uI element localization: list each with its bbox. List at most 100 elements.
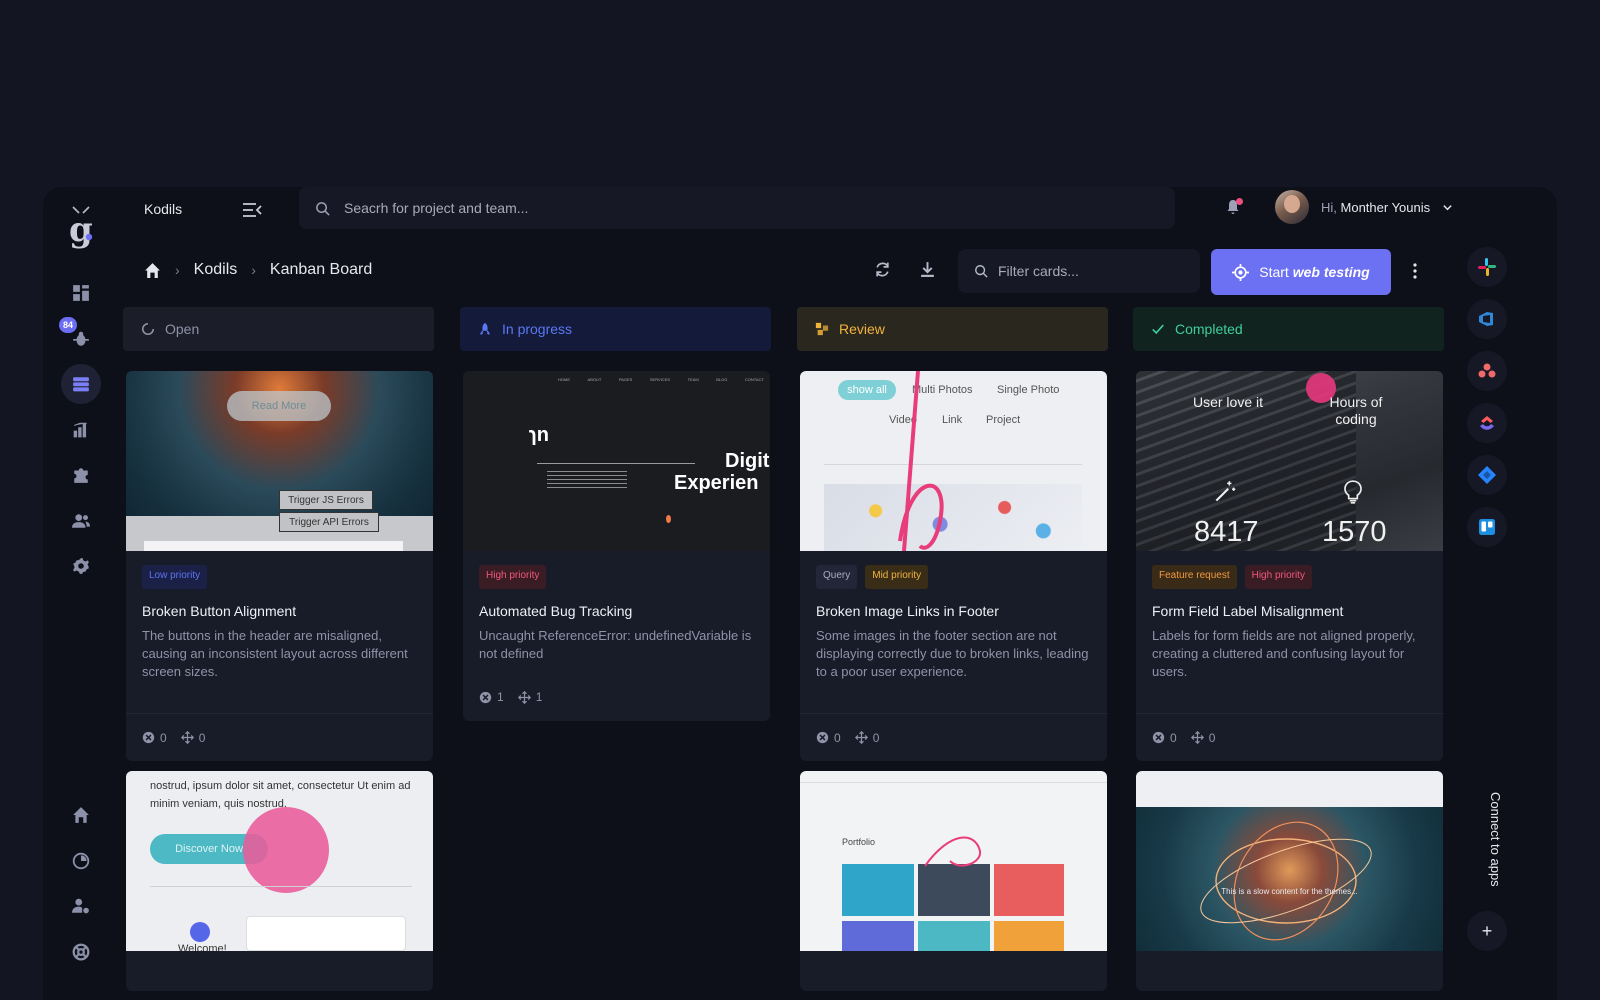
link-count: 0 (854, 731, 879, 745)
column-completed[interactable]: Completed (1133, 307, 1444, 351)
bugs-nav[interactable]: 84 (59, 317, 101, 359)
chevron-right-icon: › (251, 262, 256, 278)
screenshot-dot (666, 515, 671, 523)
user-name: Monther Younis (1340, 199, 1431, 215)
azure-devops-icon (1479, 312, 1493, 326)
activity-nav[interactable] (61, 841, 101, 881)
reports-nav[interactable] (61, 410, 101, 450)
menu-toggle-icon[interactable] (242, 202, 262, 218)
card-description: The buttons in the header are misaligned… (142, 628, 408, 679)
move-icon (854, 731, 868, 744)
target-icon (1232, 263, 1250, 281)
card-footer: 0 0 (126, 713, 433, 761)
priority-tag: Mid priority (865, 565, 929, 589)
link-count: 0 (180, 731, 205, 745)
tag-list: Query Mid priority (816, 565, 1091, 589)
users-icon (72, 514, 90, 528)
card-footer: 0 0 (800, 713, 1107, 761)
error-icon (816, 731, 829, 744)
gear-icon (73, 558, 89, 574)
error-icon (142, 731, 155, 744)
team-nav[interactable] (61, 501, 101, 541)
app-logo[interactable]: g (65, 203, 97, 251)
card-footer: 1 1 (463, 673, 770, 721)
dashboard-nav[interactable] (61, 273, 101, 313)
card-title: Automated Bug Tracking (479, 603, 633, 619)
card-screenshot: show all Multi Photos Single Photo Video… (800, 371, 1107, 551)
layers-icon (73, 377, 89, 392)
azure-devops-app[interactable] (1467, 299, 1507, 339)
asana-icon (1478, 363, 1496, 378)
stat-label: Hours of coding (1329, 394, 1383, 427)
screenshot-paragraph (547, 471, 627, 491)
asana-app[interactable] (1467, 351, 1507, 391)
settings-nav[interactable] (61, 546, 101, 586)
left-rail: g 84 (43, 187, 121, 1000)
kanban-card[interactable]: User love it Hours of coding 8417 1570 F… (1136, 371, 1443, 761)
card-description: Uncaught ReferenceError: undefinedVariab… (479, 628, 752, 661)
card-screenshot: nostrud, ipsum dolor sit amet, consectet… (126, 771, 433, 951)
kanban-card[interactable]: Portfolio (800, 771, 1107, 991)
move-icon (1190, 731, 1204, 744)
kanban-card[interactable]: This is a slow content for the themes... (1136, 771, 1443, 991)
kanban-card[interactable]: show all Multi Photos Single Photo Video… (800, 371, 1107, 761)
trello-app[interactable] (1467, 507, 1507, 547)
bugs-badge: 84 (59, 317, 78, 333)
screenshot-brand: ɿn (529, 424, 549, 446)
kanban-card[interactable]: HOME ABOUT PAGES SERVICES TEAM BLOG CONTACT ɿn… (463, 371, 770, 721)
clickup-icon (1480, 416, 1494, 430)
more-options-icon[interactable] (1405, 261, 1425, 281)
connect-to-apps-label: Connect to apps (1488, 791, 1503, 887)
annotation-scribble (898, 371, 944, 551)
tag-list: High priority (479, 565, 754, 589)
kanban-nav[interactable] (61, 364, 101, 404)
start-prefix: Start (1259, 264, 1289, 280)
card-screenshot: This is a slow content for the themes... (1136, 771, 1443, 951)
help-nav[interactable] (61, 932, 101, 972)
screenshot-welcome: Welcome! (178, 943, 227, 951)
notification-dot (1236, 198, 1243, 205)
home-icon[interactable] (144, 262, 161, 279)
refresh-icon[interactable] (874, 261, 892, 279)
column-label: Completed (1175, 321, 1243, 337)
spinner-icon (142, 322, 155, 335)
filter-input[interactable] (998, 263, 1178, 279)
jira-app[interactable] (1467, 455, 1507, 495)
screenshot-divider (150, 886, 412, 887)
read-more-button: Read More (227, 391, 331, 421)
move-icon (517, 690, 531, 704)
slack-app[interactable] (1467, 247, 1507, 287)
error-count: 0 (142, 731, 167, 745)
kanban-card[interactable]: Read More Trigger JS Errors Trigger API … (126, 371, 433, 761)
start-web-testing-button[interactable]: Start web testing (1211, 249, 1391, 295)
light-burst (1200, 821, 1372, 941)
puzzle-icon (74, 468, 88, 483)
jira-icon (1478, 466, 1496, 484)
priority-tag: High priority (1244, 565, 1312, 589)
card-screenshot: User love it Hours of coding 8417 1570 (1136, 371, 1443, 551)
search-icon (975, 265, 988, 278)
slack-icon (1478, 258, 1496, 276)
add-app-button[interactable]: + (1467, 911, 1507, 951)
app-window: g 84 Kodils Seacrh for project and team.… (43, 187, 1557, 1000)
tag-list: Feature request High priority (1152, 565, 1427, 589)
screenshot-logo (190, 922, 210, 942)
breadcrumb-root[interactable]: Kodils (194, 261, 238, 279)
download-icon[interactable] (919, 261, 937, 279)
integrations-nav[interactable] (61, 455, 101, 495)
stat-value: 8417 (1194, 516, 1259, 548)
search-input[interactable] (344, 200, 1104, 216)
card-title: Broken Button Alignment (142, 603, 297, 619)
avatar (1275, 190, 1309, 224)
account-settings-nav[interactable] (61, 886, 101, 926)
start-emphasis: web testing (1292, 264, 1370, 280)
kanban-card[interactable]: nostrud, ipsum dolor sit amet, consectet… (126, 771, 433, 991)
filter-cards (958, 249, 1200, 293)
clickup-app[interactable] (1467, 403, 1507, 443)
column-in-progress[interactable]: In progress (460, 307, 771, 351)
user-menu[interactable]: Hi, Monther Younis (1275, 190, 1453, 224)
column-open[interactable]: Open (123, 307, 434, 351)
global-search (299, 187, 1175, 229)
home-nav[interactable] (61, 795, 101, 835)
column-review[interactable]: Review (797, 307, 1108, 351)
